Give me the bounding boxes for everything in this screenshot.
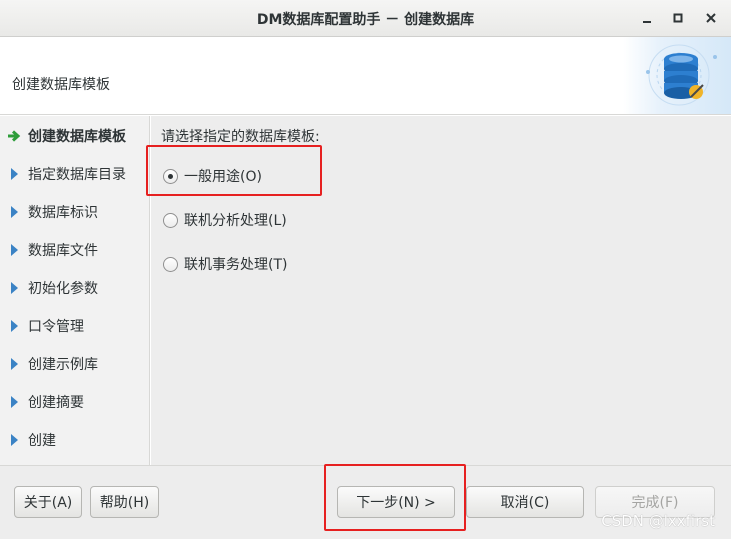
sidebar-item-label: 创建摘要 xyxy=(28,395,84,411)
radio-olap[interactable]: 联机分析处理(L) xyxy=(163,209,287,231)
next-button[interactable]: 下一步(N) > xyxy=(337,486,455,518)
triangle-right-icon xyxy=(0,244,28,256)
sidebar-item-directory[interactable]: 指定数据库目录 xyxy=(0,162,150,186)
radio-label: 联机事务处理(T) xyxy=(184,257,288,273)
sidebar-item-label: 数据库标识 xyxy=(28,205,98,221)
sidebar-item-create-template[interactable]: 创建数据库模板 xyxy=(0,124,150,148)
template-selection-panel: 请选择指定的数据库模板: 一般用途(O) 联机分析处理(L) 联机事务处理(T) xyxy=(151,116,731,465)
page-title: 创建数据库模板 xyxy=(12,77,110,93)
radio-general-purpose[interactable]: 一般用途(O) xyxy=(163,165,262,187)
triangle-right-icon xyxy=(0,434,28,446)
sidebar-item-label: 创建 xyxy=(28,433,56,449)
triangle-right-icon xyxy=(0,168,28,180)
database-config-icon xyxy=(623,37,731,114)
sidebar-item-label: 口令管理 xyxy=(28,319,84,335)
sidebar-item-init-params[interactable]: 初始化参数 xyxy=(0,276,150,300)
sidebar-item-label: 指定数据库目录 xyxy=(28,167,126,183)
radio-oltp[interactable]: 联机事务处理(T) xyxy=(163,253,287,275)
triangle-right-icon xyxy=(0,358,28,370)
sidebar-item-identity[interactable]: 数据库标识 xyxy=(0,200,150,224)
triangle-right-icon xyxy=(0,282,28,294)
triangle-right-icon xyxy=(0,320,28,332)
maximize-icon[interactable] xyxy=(667,8,689,28)
radio-button[interactable] xyxy=(163,256,178,272)
wizard-steps-sidebar: 创建数据库模板 指定数据库目录 数据库标识 数据库文件 初始化参数 口令管理 创… xyxy=(0,116,150,465)
template-prompt-label: 请选择指定的数据库模板: xyxy=(161,129,320,145)
radio-label: 一般用途(O) xyxy=(184,169,262,185)
about-button[interactable]: 关于(A) xyxy=(14,486,82,518)
triangle-right-icon xyxy=(0,206,28,218)
radio-label: 联机分析处理(L) xyxy=(184,213,287,229)
sidebar-item-label: 数据库文件 xyxy=(28,243,98,259)
sidebar-item-password[interactable]: 口令管理 xyxy=(0,314,150,338)
sidebar-item-label: 创建数据库模板 xyxy=(28,129,126,145)
sidebar-item-label: 初始化参数 xyxy=(28,281,98,297)
triangle-right-icon xyxy=(0,396,28,408)
sidebar-item-files[interactable]: 数据库文件 xyxy=(0,238,150,262)
sidebar-item-summary[interactable]: 创建摘要 xyxy=(0,390,150,414)
sidebar-item-sample-db[interactable]: 创建示例库 xyxy=(0,352,150,376)
window-titlebar[interactable]: DM数据库配置助手 － 创建数据库 xyxy=(0,0,731,37)
sidebar-item-label: 创建示例库 xyxy=(28,357,98,373)
wizard-header: 创建数据库模板 xyxy=(0,37,731,115)
close-icon[interactable] xyxy=(700,8,722,28)
cancel-button[interactable]: 取消(C) xyxy=(466,486,584,518)
radio-button[interactable] xyxy=(163,212,178,228)
sidebar-item-create[interactable]: 创建 xyxy=(0,428,150,452)
help-button[interactable]: 帮助(H) xyxy=(90,486,159,518)
window-title: DM数据库配置助手 － 创建数据库 xyxy=(256,12,475,28)
minimize-icon[interactable] xyxy=(636,8,658,28)
green-arrow-icon xyxy=(0,130,28,142)
watermark-text: CSDN @lxxfirst xyxy=(601,512,715,530)
radio-button-checked[interactable] xyxy=(163,168,178,184)
